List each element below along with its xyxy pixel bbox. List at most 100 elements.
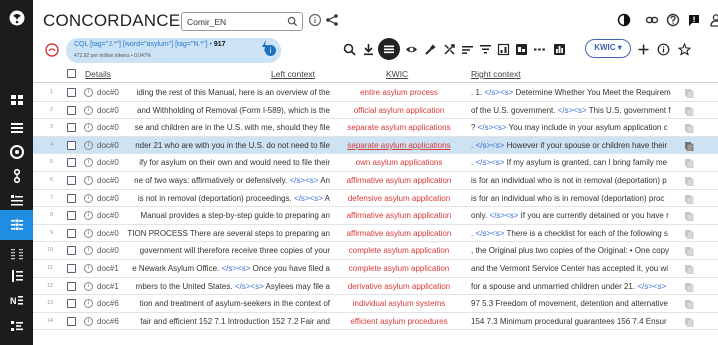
filter-icon[interactable] xyxy=(479,43,492,56)
sort-icon[interactable] xyxy=(461,43,474,56)
copy-icon[interactable] xyxy=(684,211,694,222)
corpus-info-icon[interactable] xyxy=(308,13,322,27)
user-account-icon[interactable] xyxy=(709,13,718,27)
doc-id[interactable]: doc#0 xyxy=(97,123,119,132)
table-row[interactable]: 14 i doc#6 fair and efficient 152 7.1 Intro… xyxy=(33,313,718,331)
collocations-icon[interactable] xyxy=(515,43,528,56)
copy-icon[interactable] xyxy=(684,194,694,204)
kwic-keyword[interactable]: efficient asylum procedures xyxy=(333,317,465,326)
row-checkbox[interactable] xyxy=(67,105,76,115)
feedback-icon[interactable] xyxy=(687,13,701,27)
kwic-keyword[interactable]: separate asylum applications xyxy=(333,123,465,132)
table-row[interactable]: 3 i doc#0 se and children are in the U.S. w… xyxy=(33,119,718,137)
row-checkbox[interactable] xyxy=(67,140,76,150)
info-icon[interactable]: i xyxy=(84,316,93,326)
doc-id[interactable]: doc#0 xyxy=(97,106,119,115)
dashboard-icon[interactable] xyxy=(0,86,33,114)
copy-icon[interactable] xyxy=(684,229,694,239)
doc-id[interactable]: doc#0 xyxy=(97,246,119,255)
copy-icon[interactable] xyxy=(684,106,694,116)
row-checkbox[interactable] xyxy=(67,316,76,326)
doc-id[interactable]: doc#0 xyxy=(97,88,119,97)
table-row-selected[interactable]: 4 i doc#0 nder 21 who are with you in the U… xyxy=(33,136,718,155)
info-icon[interactable]: i xyxy=(84,281,93,291)
copy-icon[interactable] xyxy=(684,317,694,327)
row-checkbox[interactable] xyxy=(67,175,76,185)
doc-id[interactable]: doc#0 xyxy=(97,194,119,203)
kwic-keyword[interactable]: defensive asylum application xyxy=(333,194,465,203)
help-icon[interactable] xyxy=(666,13,680,27)
download-icon[interactable] xyxy=(362,43,375,56)
info-icon[interactable]: i xyxy=(84,246,93,256)
table-row[interactable]: 1 i doc#0 iding the rest of this Manual, he… xyxy=(33,84,718,102)
copy-icon[interactable] xyxy=(684,88,694,98)
row-checkbox[interactable] xyxy=(67,158,76,168)
table-row[interactable]: 11 i doc#1 e Newark Asylum Office. </s><s> … xyxy=(33,260,718,278)
info-icon[interactable]: i xyxy=(84,123,93,133)
row-checkbox[interactable] xyxy=(67,193,76,203)
copy-icon[interactable] xyxy=(684,246,694,257)
kwic-keyword[interactable]: entire asylum process xyxy=(333,88,465,97)
copy-icon[interactable] xyxy=(684,264,694,274)
kwic-keyword[interactable]: affirmative asylum application xyxy=(333,229,465,238)
info-icon[interactable]: i xyxy=(84,88,93,97)
lightning-icon[interactable] xyxy=(261,40,269,52)
table-row[interactable]: 5 i doc#0 ify for asylum on their own and w… xyxy=(33,154,718,172)
info-icon[interactable]: i xyxy=(84,193,93,203)
info-icon[interactable]: i xyxy=(84,228,93,238)
row-checkbox[interactable] xyxy=(67,281,76,291)
view-mode-select[interactable]: KWIC ▾ xyxy=(585,39,631,58)
row-checkbox[interactable] xyxy=(67,211,76,221)
info-icon[interactable]: i xyxy=(84,175,93,185)
terms-icon[interactable] xyxy=(0,312,33,340)
shuffle-icon[interactable] xyxy=(443,43,456,56)
table-row[interactable]: 9 i doc#0 TION PROCESS There are several st… xyxy=(33,225,718,243)
column-header-details[interactable]: Details xyxy=(85,69,111,79)
theme-contrast-icon[interactable] xyxy=(617,13,631,27)
copy-icon[interactable] xyxy=(684,282,694,292)
row-checkbox[interactable] xyxy=(67,246,76,256)
info-icon[interactable]: i xyxy=(84,140,93,150)
distribution-icon[interactable] xyxy=(553,43,566,56)
sketch-engine-logo-icon[interactable] xyxy=(0,4,33,32)
wand-icon[interactable] xyxy=(424,43,437,56)
kwic-keyword[interactable]: own asylum applications xyxy=(333,158,465,167)
query-summary-chip[interactable]: CQL [tag="J.*"] [word="asylum"] [tag="N.… xyxy=(66,38,281,63)
row-checkbox[interactable] xyxy=(67,88,76,97)
table-row[interactable]: 2 i doc#0 and Withholding of Removal (Form … xyxy=(33,102,718,120)
row-checkbox[interactable] xyxy=(67,123,76,133)
copy-icon[interactable] xyxy=(684,299,694,310)
table-row[interactable]: 7 i doc#0 is not in removal (deportation) p… xyxy=(33,190,718,208)
doc-id[interactable]: doc#1 xyxy=(97,264,119,273)
table-row[interactable]: 12 i doc#1 mbers to the United States. </s>… xyxy=(33,278,718,296)
info-icon[interactable]: i xyxy=(84,263,93,273)
column-header-right-context[interactable]: Right context xyxy=(471,69,521,79)
share-icon[interactable] xyxy=(325,13,339,27)
column-header-kwic[interactable]: KWIC xyxy=(386,69,408,79)
info-icon[interactable]: i xyxy=(84,299,93,309)
table-row[interactable]: 6 i doc#0 ne of two ways: affirmatively or … xyxy=(33,172,718,190)
kwic-keyword[interactable]: affirmative asylum application xyxy=(333,211,465,220)
doc-id[interactable]: doc#6 xyxy=(97,317,119,326)
copy-icon[interactable] xyxy=(684,123,694,134)
kwic-keyword[interactable]: complete asylum application xyxy=(333,264,465,273)
ngrams-icon[interactable]: N xyxy=(0,286,33,314)
doc-id[interactable]: doc#1 xyxy=(97,282,119,291)
info-icon[interactable]: i xyxy=(84,211,93,221)
kwic-keyword[interactable]: complete asylum application xyxy=(333,246,465,255)
row-checkbox[interactable] xyxy=(67,263,76,273)
kwic-options-button[interactable] xyxy=(378,38,400,60)
column-header-left-context[interactable]: Left context xyxy=(271,69,315,79)
query-type-icon[interactable] xyxy=(45,43,59,57)
doc-id[interactable]: doc#0 xyxy=(97,211,119,220)
doc-id[interactable]: doc#0 xyxy=(97,158,119,167)
copy-icon[interactable] xyxy=(684,158,694,169)
search-icon[interactable] xyxy=(343,43,356,56)
doc-id[interactable]: doc#6 xyxy=(97,299,119,308)
row-checkbox[interactable] xyxy=(67,228,76,238)
kwic-keyword[interactable]: affirmative asylum application xyxy=(333,176,465,185)
info-icon[interactable] xyxy=(657,43,670,56)
more-icon[interactable] xyxy=(533,43,546,56)
table-row[interactable]: 10 i doc#0 government will therefore receiv… xyxy=(33,242,718,260)
frequency-icon[interactable] xyxy=(497,43,510,56)
